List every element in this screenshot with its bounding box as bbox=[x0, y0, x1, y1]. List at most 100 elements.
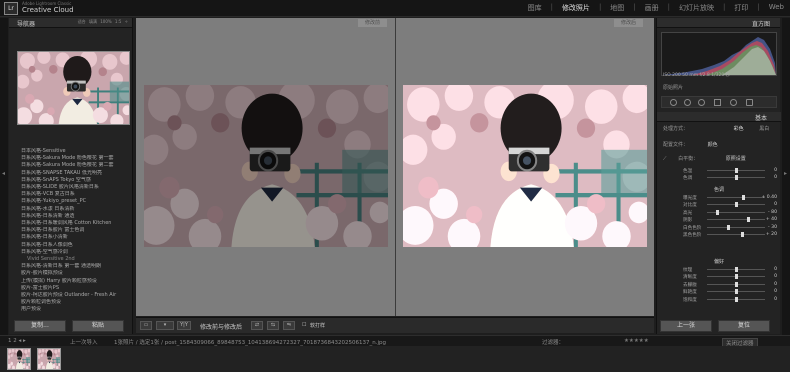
brand-name: Creative Cloud bbox=[22, 6, 74, 14]
copy-button[interactable]: 复制... bbox=[14, 320, 66, 332]
slider-knob[interactable] bbox=[741, 195, 745, 200]
before-after-mode-button[interactable]: Y|Y bbox=[177, 321, 191, 330]
slider-knob[interactable] bbox=[735, 289, 738, 295]
slider-track[interactable] bbox=[707, 233, 765, 235]
navigator-header[interactable]: 导航器 适合 填满 100% 1:5 ÷ bbox=[9, 18, 132, 28]
module-0[interactable]: 图库 bbox=[528, 3, 542, 13]
crop-tool-icon[interactable] bbox=[670, 99, 677, 106]
slider-value[interactable]: - 80 bbox=[768, 210, 777, 215]
preset-folder[interactable]: 日系风格-清新日系 第一套 通透明朗 bbox=[17, 263, 131, 270]
slider-knob[interactable] bbox=[735, 296, 738, 302]
slider-track[interactable] bbox=[707, 226, 765, 228]
graduated-filter-icon[interactable] bbox=[714, 99, 721, 106]
before-photo[interactable] bbox=[144, 85, 388, 247]
loupe-view-button[interactable]: ▭ bbox=[140, 321, 152, 330]
preset-folder[interactable]: 日系风格-日系暖调风格 Cotton Kitchen bbox=[17, 220, 131, 227]
filmstrip-thumb[interactable] bbox=[7, 348, 31, 370]
slider-value[interactable]: + 20 bbox=[766, 232, 777, 237]
module-1[interactable]: 修改照片 bbox=[562, 3, 590, 13]
copy-before-to-after-button[interactable]: ⇄ bbox=[251, 321, 263, 330]
histogram-header[interactable]: 直方图 bbox=[657, 18, 780, 28]
preset-folder[interactable]: 日系风格-水漾 日系清新 bbox=[17, 206, 131, 213]
slider-value[interactable]: 0 bbox=[774, 202, 777, 207]
slider-row: 对比度 0 bbox=[661, 201, 777, 208]
preset-folder[interactable]: 日系风格-Sakura Mode 粉色樱花 第一套 bbox=[17, 155, 131, 162]
slider-knob[interactable] bbox=[726, 224, 730, 230]
reset-button[interactable]: 复位 bbox=[718, 320, 770, 332]
module-5[interactable]: 打印 bbox=[734, 3, 748, 13]
slider-knob[interactable] bbox=[740, 231, 744, 237]
slider-track[interactable] bbox=[707, 197, 765, 198]
slider-value[interactable]: 0 bbox=[774, 274, 777, 279]
slider-knob[interactable] bbox=[746, 217, 750, 223]
rating-filter[interactable]: ★★★★★ bbox=[624, 338, 649, 344]
basic-header[interactable]: 基本 bbox=[657, 112, 781, 122]
slider-value[interactable]: 0 bbox=[774, 297, 777, 302]
preset-folder[interactable]: 日系风格-Sakura Mode 粉色樱花 第二套 bbox=[17, 162, 131, 169]
preset-folder[interactable]: 日系风格-日系清新 通透 bbox=[17, 213, 131, 220]
filmstrip-thumb[interactable] bbox=[37, 348, 61, 370]
preset-folder[interactable]: 日系风格-日系胶片 富士色调 bbox=[17, 227, 131, 234]
after-photo[interactable] bbox=[403, 85, 647, 247]
treatment-bw[interactable]: 黑白 bbox=[759, 126, 769, 132]
slider-knob[interactable] bbox=[735, 175, 738, 181]
preset-folder[interactable]: 日系风格-SNAPSE TAKAU 低光明亮 bbox=[17, 170, 131, 177]
preset-folder[interactable]: 上传(模拟) Harry 胶片颗粒感预设 bbox=[17, 278, 131, 285]
slider-value[interactable]: 0 bbox=[774, 289, 777, 294]
preset-folder[interactable]: 日系风格-SnAPS Tokyo 空气感 bbox=[17, 177, 131, 184]
copy-after-to-before-button[interactable]: ⇆ bbox=[267, 321, 279, 330]
slider-track[interactable] bbox=[707, 219, 765, 221]
filmstrip-source[interactable]: 上一次导入 bbox=[70, 338, 98, 346]
left-panel-toggle[interactable]: ◂ bbox=[0, 18, 8, 336]
slider-row: 清晰度 0 bbox=[661, 273, 777, 280]
slider-knob[interactable] bbox=[716, 209, 720, 215]
preset-folder[interactable]: 胶片-胶片模拟预设 bbox=[17, 270, 131, 277]
module-6[interactable]: Web bbox=[769, 3, 784, 13]
preset-folder[interactable]: 日系风格-SLIDE 胶片风格清新日系 bbox=[17, 184, 131, 191]
zoom-options[interactable]: 适合 填满 100% 1:5 ÷ bbox=[78, 19, 128, 25]
slider-value[interactable]: - 30 bbox=[768, 225, 777, 230]
profile-dropdown[interactable]: 颜色 bbox=[708, 142, 718, 148]
softproof-checkbox[interactable]: ☐ bbox=[302, 322, 306, 328]
preset-folder[interactable]: 日本风格-Sensitive bbox=[17, 148, 131, 155]
preset-folder[interactable]: 胶片-富士胶片PS bbox=[17, 285, 131, 292]
right-panel-toggle[interactable]: ▸ bbox=[782, 18, 790, 336]
eyedropper-icon[interactable]: ⟋ bbox=[663, 156, 667, 162]
wb-dropdown[interactable]: 原照设置 bbox=[726, 156, 746, 162]
preset-folder[interactable]: 日系风格-VCB 复古日系 bbox=[17, 191, 131, 198]
slider-knob[interactable] bbox=[735, 168, 738, 173]
slider-value[interactable]: 0 bbox=[774, 168, 777, 173]
slider-value[interactable]: 0 bbox=[774, 175, 777, 180]
red-eye-icon[interactable] bbox=[698, 99, 705, 106]
histogram[interactable] bbox=[661, 32, 777, 76]
preset-folder[interactable]: 胶片颗粒调色预设 bbox=[17, 299, 131, 306]
module-3[interactable]: 画册 bbox=[645, 3, 659, 13]
preset-folder[interactable]: Vivid Sensitive 2nd bbox=[17, 256, 131, 263]
preset-folder[interactable]: 日系风格-日系小清新 bbox=[17, 234, 131, 241]
slider-knob[interactable] bbox=[735, 281, 738, 287]
module-4[interactable]: 幻灯片放映 bbox=[679, 3, 714, 13]
spot-removal-icon[interactable] bbox=[684, 99, 691, 106]
preset-folder[interactable]: 日系风格-Yukiyo_preset_PC bbox=[17, 198, 131, 205]
treatment-color[interactable]: 彩色 bbox=[734, 126, 744, 132]
preset-folder[interactable]: 用户预设 bbox=[17, 306, 131, 313]
slider-value[interactable]: 0 bbox=[774, 267, 777, 272]
slider-knob[interactable] bbox=[735, 267, 738, 272]
slider-value[interactable]: + 40 bbox=[766, 217, 777, 222]
radial-filter-icon[interactable] bbox=[730, 99, 737, 106]
slider-knob[interactable] bbox=[735, 274, 738, 280]
slider-value[interactable]: + 0.40 bbox=[761, 195, 777, 200]
previous-button[interactable]: 上一张 bbox=[660, 320, 712, 332]
slider-knob[interactable] bbox=[735, 202, 738, 208]
paste-button[interactable]: 粘贴 bbox=[72, 320, 124, 332]
filmstrip-nav[interactable]: 1 2 ◂ ▸ bbox=[8, 338, 26, 344]
adjustment-brush-icon[interactable] bbox=[746, 99, 753, 106]
view-mode-dropdown[interactable]: ▾ bbox=[156, 321, 174, 330]
preset-folder[interactable]: 胶片-柯达胶片预设 Outlander - Fresh Air bbox=[17, 292, 131, 299]
preset-folder[interactable]: 日系风格-空气感冷调 bbox=[17, 249, 131, 256]
navigator-preview[interactable] bbox=[17, 51, 130, 125]
swap-button[interactable]: ⇋ bbox=[283, 321, 295, 330]
preset-folder[interactable]: 日系风格-日系人像调色 bbox=[17, 242, 131, 249]
slider-value[interactable]: 0 bbox=[774, 282, 777, 287]
module-2[interactable]: 地图 bbox=[610, 3, 624, 13]
